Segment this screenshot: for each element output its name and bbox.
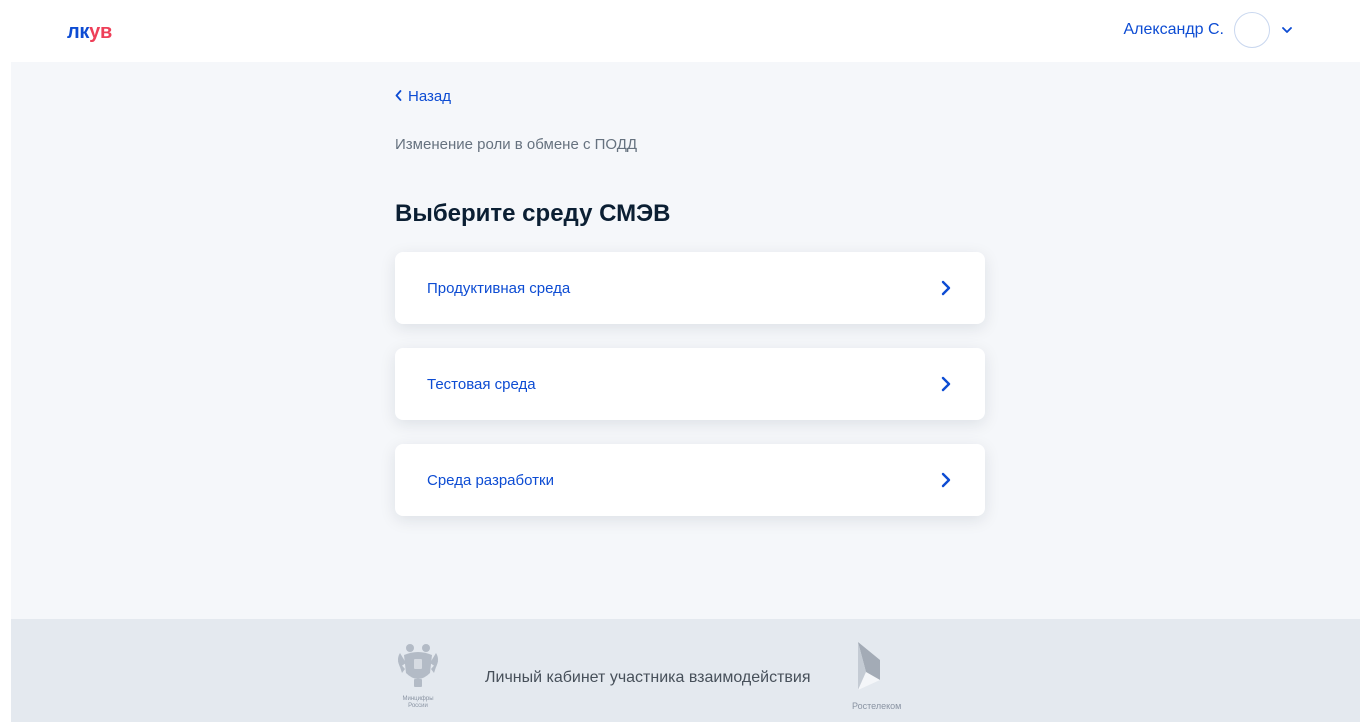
option-productive[interactable]: Продуктивная среда	[395, 252, 985, 324]
back-label: Назад	[408, 88, 451, 105]
main-content: Назад Изменение роли в обмене с ПОДД Выб…	[11, 62, 1360, 619]
page-title: Выберите среду СМЭВ	[395, 200, 671, 227]
logo-part-1: лк	[67, 21, 90, 43]
emblem-caption: Минцифры России	[391, 696, 445, 710]
user-menu[interactable]: Александр С.	[1124, 12, 1295, 48]
chevron-left-icon	[395, 88, 402, 105]
option-label: Тестовая среда	[427, 375, 536, 393]
app-logo[interactable]: лкув	[67, 21, 112, 43]
option-test[interactable]: Тестовая среда	[395, 348, 985, 420]
option-development[interactable]: Среда разработки	[395, 444, 985, 516]
environment-options: Продуктивная среда Тестовая среда Среда …	[395, 252, 985, 540]
partner-name: Ростелеком	[852, 701, 902, 711]
avatar[interactable]	[1234, 12, 1270, 48]
footer-title: Личный кабинет участника взаимодействия	[485, 669, 811, 686]
footer: Минцифры России Личный кабинет участника…	[11, 619, 1360, 722]
chevron-right-icon	[941, 375, 955, 393]
back-link[interactable]: Назад	[395, 88, 451, 105]
user-name[interactable]: Александр С.	[1124, 21, 1225, 39]
emblem-caption-line1: Минцифры	[402, 696, 434, 702]
option-label: Среда разработки	[427, 471, 554, 489]
page-subtitle: Изменение роли в обмене с ПОДД	[395, 136, 638, 153]
header: лкув Александр С.	[0, 0, 1360, 62]
chevron-right-icon	[941, 471, 955, 489]
option-label: Продуктивная среда	[427, 279, 571, 297]
rostelecom-logo-icon: Ростелеком	[850, 640, 910, 711]
emblem-caption-line2: России	[408, 703, 428, 709]
chevron-down-icon[interactable]	[1280, 23, 1294, 37]
chevron-right-icon	[941, 279, 955, 297]
logo-part-2: ув	[89, 21, 112, 43]
coat-of-arms-icon: Минцифры России	[391, 639, 445, 709]
